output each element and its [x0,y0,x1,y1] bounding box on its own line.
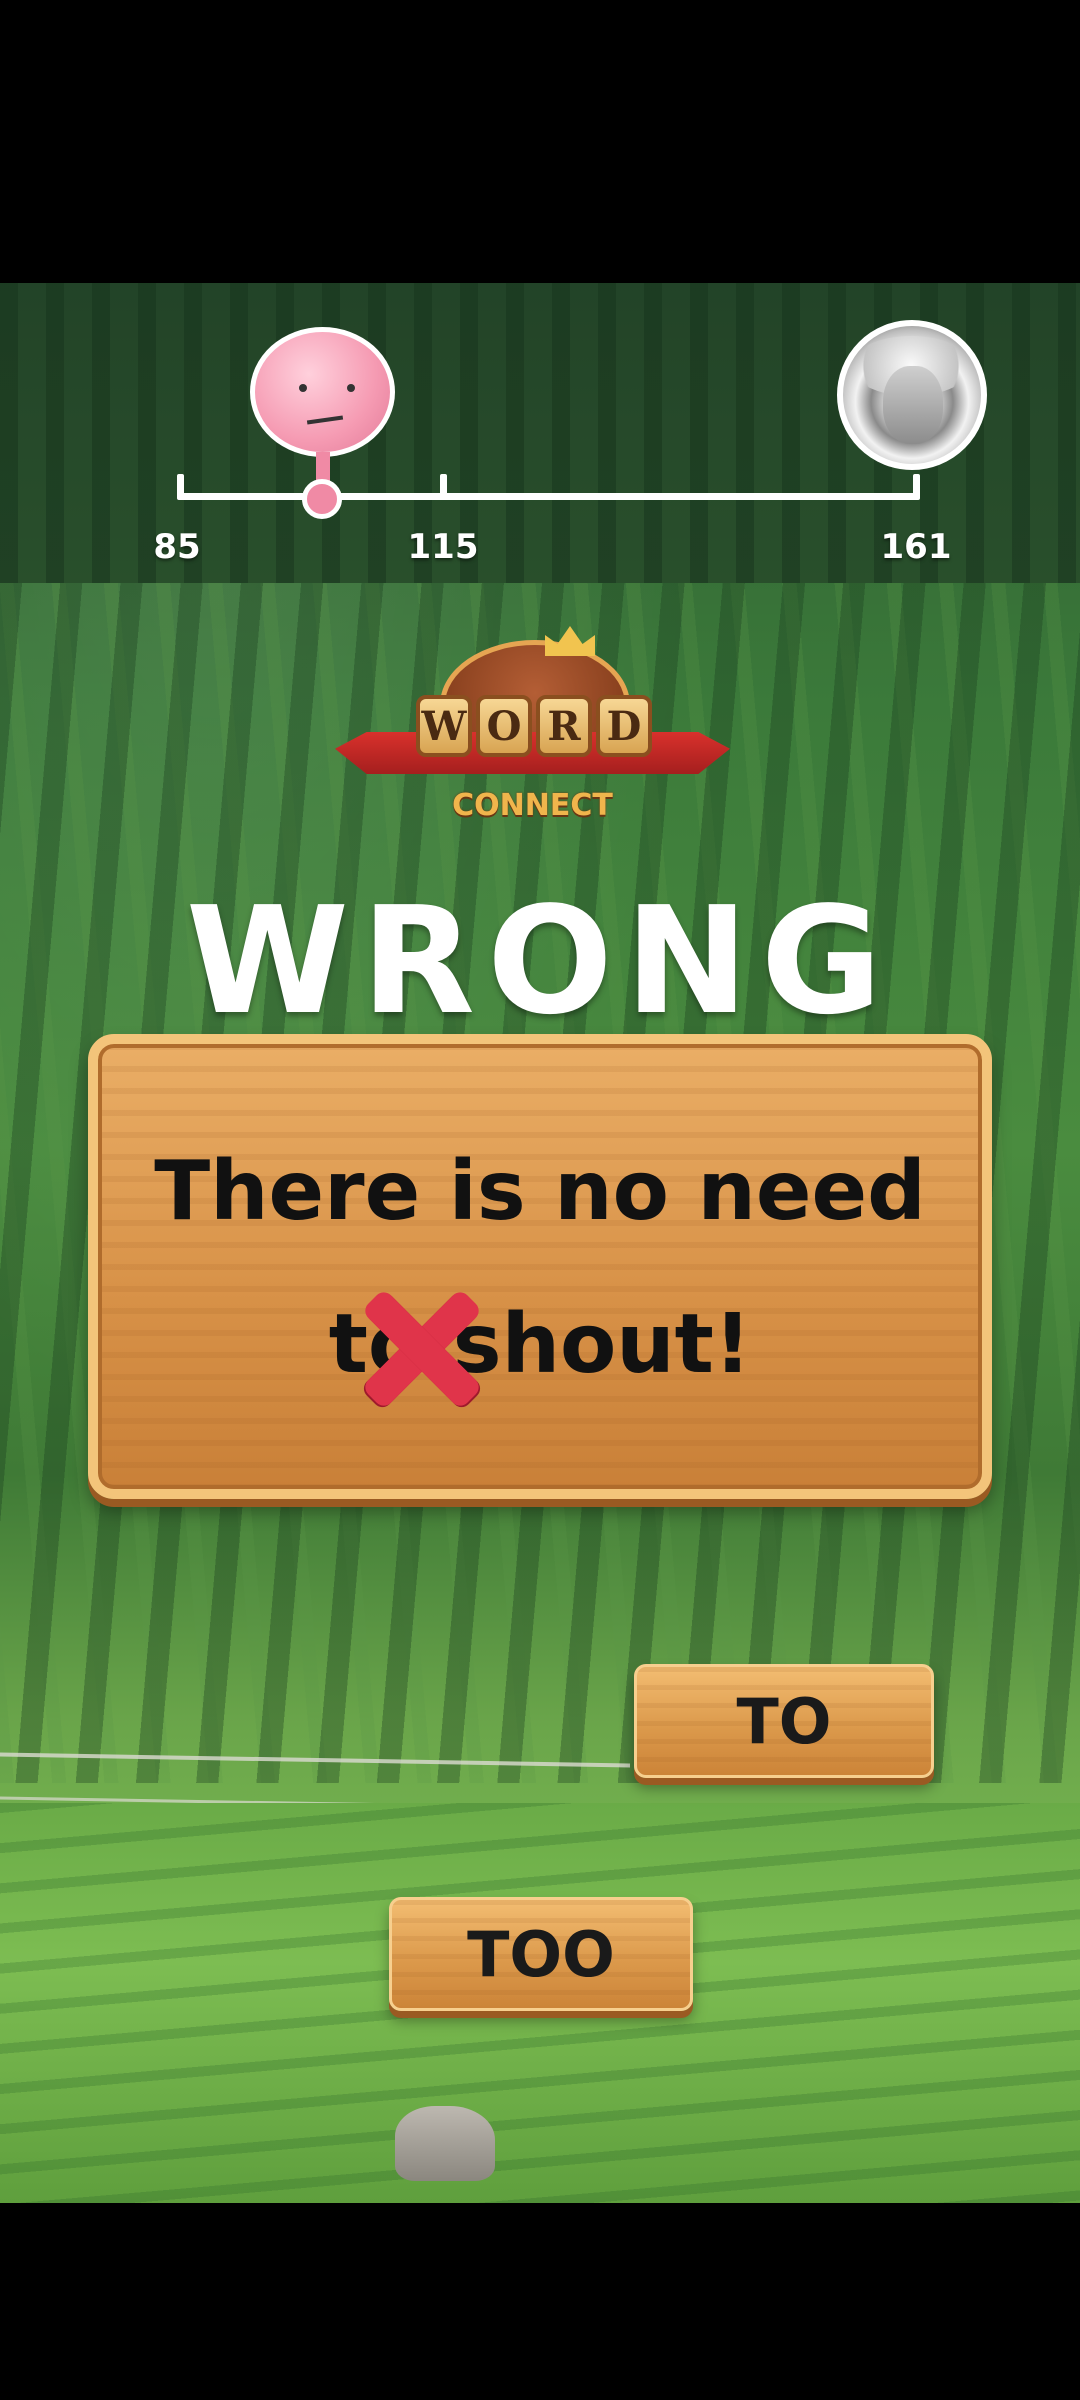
logo-tile: W [416,695,472,757]
word-connect-logo: W O R D CONNECT [335,626,730,830]
message-line-1: There is no need [154,1144,926,1239]
progress-tick-start [177,474,184,500]
answer-button-to[interactable]: TO [634,1664,934,1778]
einstein-face [883,366,943,444]
score-min: 85 [153,527,201,567]
answer-button-too[interactable]: TOO [389,1897,693,2011]
rock [395,2106,495,2181]
brain-eye-left [299,384,307,392]
message-line-2: to shout! [328,1297,752,1392]
progress-tick-end [913,474,920,500]
game-screen: 85 115 161 W O R D CONNECT WRONG There i… [0,0,1080,2400]
wrong-x-icon [356,1284,486,1414]
top-letterbox [0,0,1080,283]
brain-mouth [306,415,344,425]
message-board: There is no need to shout! [88,1034,992,1499]
score-mid: 115 [407,527,479,567]
logo-tile: O [476,695,532,757]
score-max: 161 [880,527,952,567]
fence [0,1752,630,1811]
bottom-letterbox [0,2203,1080,2400]
logo-tile: D [596,695,652,757]
progress-knob [302,479,342,519]
logo-tile: R [536,695,592,757]
logo-tiles: W O R D [409,695,659,765]
result-title: WRONG [185,875,895,1047]
progress-tick-mid [440,474,447,500]
logo-subtitle: CONNECT [452,788,613,823]
einstein-avatar [837,320,987,470]
brain-eye-right [347,384,355,392]
brain-avatar-marker [250,327,395,519]
brain-icon [250,327,395,457]
